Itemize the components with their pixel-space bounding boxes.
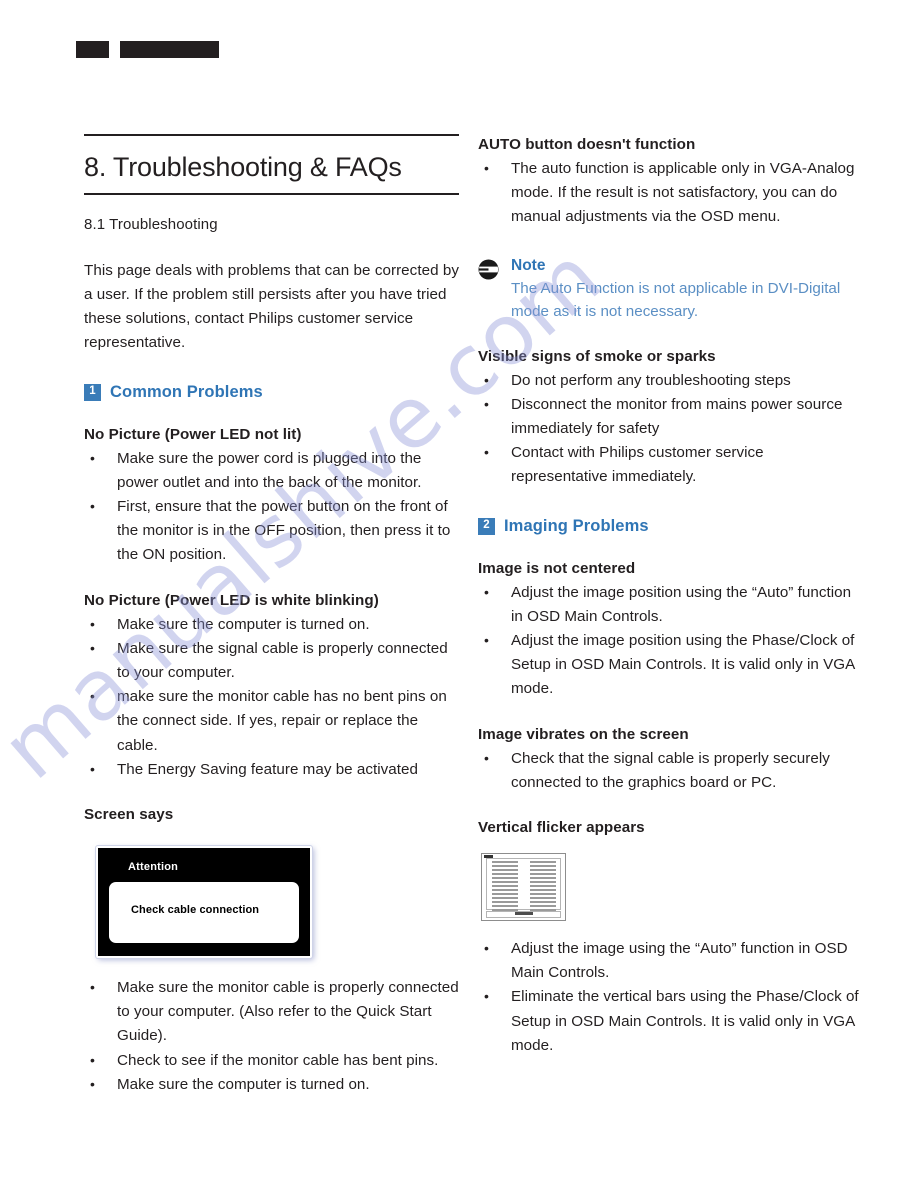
left-column: 8. Troubleshooting & FAQs 8.1 Troublesho… (84, 134, 459, 1097)
bullet-list: Make sure the monitor cable is properly … (84, 975, 459, 1097)
osd-message: Check cable connection (131, 903, 260, 916)
list-item: First, ensure that the power button on t… (84, 494, 459, 568)
list-item: Eliminate the vertical bars using the Ph… (478, 984, 860, 1058)
bullet-list: Make sure the computer is turned on. Mak… (84, 612, 459, 782)
list-item: Make sure the power cord is plugged into… (84, 445, 459, 495)
section-heading: Image is not centered (478, 559, 636, 577)
note-callout: Note The Auto Function is not applicable… (478, 256, 860, 324)
bullet-list: Adjust the image using the “Auto” functi… (478, 936, 860, 1058)
flicker-column-right (530, 861, 556, 917)
section-heading: No Picture (Power LED is white blinking) (84, 591, 379, 609)
list-item: Do not perform any troubleshooting steps (478, 368, 860, 393)
section-heading: AUTO button doesn't function (478, 136, 696, 153)
bullet-list: Make sure the power cord is plugged into… (84, 445, 459, 568)
list-item: Make sure the computer is turned on. (84, 1072, 459, 1097)
section-heading: Visible signs of smoke or sparks (478, 347, 716, 365)
section-heading: Image vibrates on the screen (478, 725, 689, 743)
intro-paragraph: This page deals with problems that can b… (84, 261, 459, 352)
section-image-not-centered: Image is not centered Adjust the image p… (478, 558, 860, 702)
section-no-picture-led-blinking: No Picture (Power LED is white blinking)… (84, 590, 459, 782)
list-item: Disconnect the monitor from mains power … (478, 392, 860, 441)
common-problems-heading: 1 Common Problems (84, 383, 459, 402)
note-title: Note (511, 256, 546, 274)
list-item: Check that the signal cable is properly … (478, 746, 860, 795)
flicker-scrollbar-knob (514, 912, 533, 916)
section-screen-says: Screen says Attention Check cable connec… (84, 804, 459, 1097)
section-heading: No Picture (Power LED not lit) (84, 425, 302, 443)
note-icon (478, 259, 499, 280)
list-item: Adjust the image position using the “Aut… (478, 580, 860, 629)
osd-message-box: Check cable connection (109, 881, 299, 943)
section-heading: Vertical flicker appears (478, 819, 645, 837)
list-item: Check to see if the monitor cable has be… (84, 1048, 459, 1073)
list-item: Adjust the image using the “Auto” functi… (478, 936, 860, 985)
bullet-list: The auto function is applicable only in … (478, 156, 860, 230)
list-item: Make sure the computer is turned on. (84, 612, 459, 637)
list-item: make sure the monitor cable has no bent … (84, 684, 459, 758)
note-body: The Auto Function is not applicable in D… (511, 279, 841, 321)
bullet-list: Adjust the image position using the “Aut… (478, 580, 860, 702)
flicker-scrollbar (486, 911, 561, 919)
osd-attention-figure: Attention Check cable connection (96, 845, 312, 958)
section-heading: Screen says (84, 805, 174, 823)
common-problems-label: Common Problems (110, 382, 263, 401)
title-rule-bottom (84, 192, 459, 195)
imaging-problems-label: Imaging Problems (504, 516, 649, 535)
list-item: Adjust the image position using the Phas… (478, 628, 860, 702)
document-page: 8. Troubleshooting & FAQs 8.1 Troublesho… (0, 0, 918, 1188)
list-item: Make sure the monitor cable is properly … (84, 975, 459, 1049)
section-badge-2: 2 (478, 517, 495, 535)
section-image-vibrates: Image vibrates on the screen Check that … (478, 724, 860, 795)
osd-title: Attention (128, 860, 179, 873)
list-item: Make sure the signal cable is properly c… (84, 636, 459, 685)
list-item: The Energy Saving feature may be activat… (84, 757, 459, 782)
bullet-list: Do not perform any troubleshooting steps… (478, 368, 860, 490)
right-column: AUTO button doesn't function The auto fu… (478, 134, 860, 1058)
vertical-flicker-figure (481, 853, 566, 922)
flicker-column-left (492, 861, 518, 917)
list-item: The auto function is applicable only in … (478, 156, 860, 230)
imaging-problems-heading: 2 Imaging Problems (478, 517, 860, 536)
bullet-list: Check that the signal cable is properly … (478, 746, 860, 795)
section-badge-1: 1 (84, 383, 101, 401)
flicker-titlebar (484, 855, 493, 859)
section-auto-button: AUTO button doesn't function The auto fu… (478, 134, 860, 230)
section-vertical-flicker: Vertical flicker appears Adjust the imag… (478, 817, 860, 1058)
list-item: Contact with Philips customer service re… (478, 440, 860, 489)
page-title: 8. Troubleshooting & FAQs (84, 152, 402, 182)
section-no-picture-led-not-lit: No Picture (Power LED not lit) Make sure… (84, 424, 459, 568)
section-smoke-or-sparks: Visible signs of smoke or sparks Do not … (478, 346, 860, 490)
section-subtitle: 8.1 Troubleshooting (84, 215, 218, 233)
